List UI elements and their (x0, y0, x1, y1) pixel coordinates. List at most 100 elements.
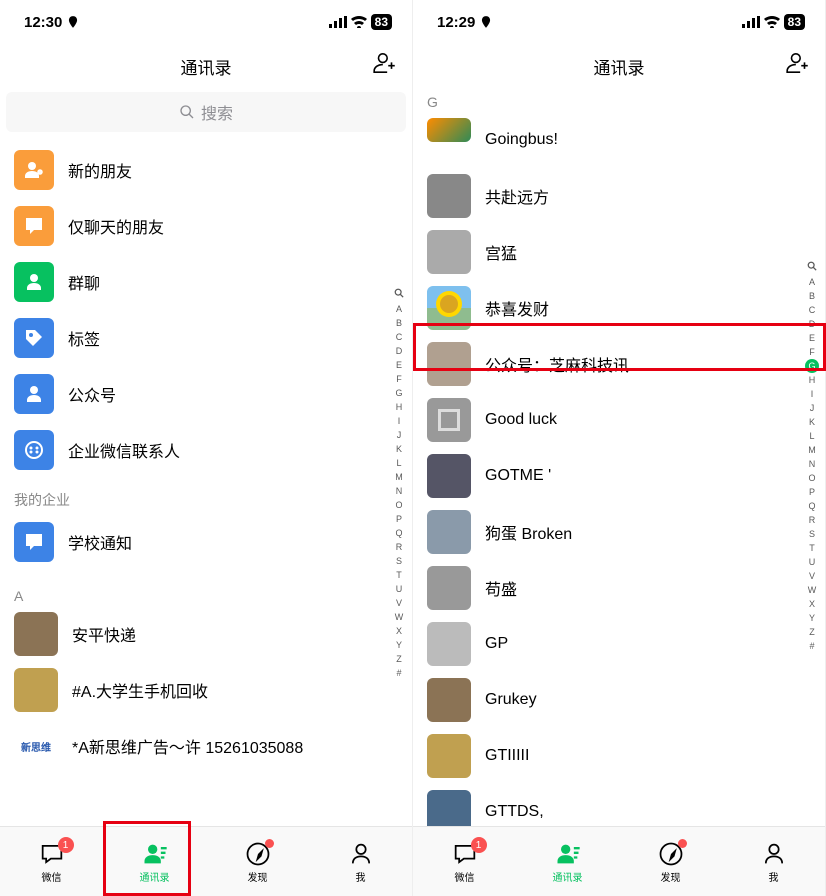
index-letter[interactable]: O (390, 498, 408, 512)
index-letter[interactable]: W (803, 583, 821, 597)
index-letter[interactable]: B (803, 289, 821, 303)
search-input[interactable]: 搜索 (6, 92, 406, 132)
index-letter[interactable]: Z (803, 625, 821, 639)
contact-name: Goingbus! (485, 131, 558, 149)
index-letter[interactable]: M (390, 470, 408, 484)
index-letter[interactable]: B (390, 316, 408, 330)
index-letter[interactable]: P (803, 485, 821, 499)
contact-item[interactable]: #A.大学生手机回收 (0, 662, 412, 718)
fn-label: 仅聊天的朋友 (68, 214, 164, 238)
index-letter[interactable]: V (803, 569, 821, 583)
index-letter[interactable]: I (803, 387, 821, 401)
index-letter[interactable]: V (390, 596, 408, 610)
index-letter[interactable]: G (390, 386, 408, 400)
fn-item[interactable]: 群聊 (0, 254, 412, 310)
index-letter[interactable]: M (803, 443, 821, 457)
fn-item[interactable]: 公众号 (0, 366, 412, 422)
index-letter[interactable]: L (803, 429, 821, 443)
contact-item[interactable]: GOTME ' (413, 448, 825, 504)
wifi-icon (351, 16, 367, 28)
index-letter[interactable]: T (803, 541, 821, 555)
signal-icon (329, 16, 347, 28)
index-bar[interactable]: ABCDEFGHIJKLMNOPQRSTUVWXYZ# (390, 288, 408, 680)
index-letter[interactable]: L (390, 456, 408, 470)
index-letter[interactable]: P (390, 512, 408, 526)
content-area: G Goingbus!共赴远方宫猛恭喜发财公众号：芝麻科技讯Good luckG… (413, 88, 825, 826)
index-letter[interactable]: Y (390, 638, 408, 652)
contact-name: GOTME ' (485, 467, 551, 485)
index-letter[interactable]: # (803, 639, 821, 653)
index-letter[interactable]: X (803, 597, 821, 611)
contact-item[interactable]: Goingbus! (413, 112, 825, 168)
tab-me[interactable]: 我 (722, 827, 825, 896)
index-letter[interactable]: H (803, 373, 821, 387)
highlight-box-contact (413, 323, 826, 371)
index-letter[interactable]: X (390, 624, 408, 638)
avatar (427, 510, 471, 554)
index-letter[interactable]: J (803, 401, 821, 415)
fn-icon (14, 522, 54, 562)
contact-item[interactable]: 狗蛋 Broken (413, 504, 825, 560)
index-letter[interactable]: F (390, 372, 408, 386)
enterprise-item[interactable]: 学校通知 (0, 514, 412, 570)
index-letter[interactable]: D (390, 344, 408, 358)
add-contact-button[interactable] (785, 51, 811, 82)
tab-chats[interactable]: 1微信 (0, 827, 103, 896)
contact-item[interactable]: 苟盛 (413, 560, 825, 616)
index-letter[interactable]: A (803, 275, 821, 289)
contact-item[interactable]: 宫猛 (413, 224, 825, 280)
tab-me[interactable]: 我 (309, 827, 412, 896)
index-letter[interactable]: Q (390, 526, 408, 540)
contact-item[interactable]: GP (413, 616, 825, 672)
index-letter[interactable]: K (803, 415, 821, 429)
index-letter[interactable]: E (390, 358, 408, 372)
fn-item[interactable]: 新的朋友 (0, 142, 412, 198)
index-letter[interactable]: T (390, 568, 408, 582)
index-letter[interactable]: Q (803, 499, 821, 513)
tab-icon (554, 839, 582, 869)
index-letter[interactable]: N (803, 457, 821, 471)
index-letter[interactable]: O (803, 471, 821, 485)
contact-item[interactable]: Grukey (413, 672, 825, 728)
index-letter[interactable]: U (390, 582, 408, 596)
index-letter[interactable]: K (390, 442, 408, 456)
tab-discover[interactable]: 发现 (206, 827, 309, 896)
contact-item[interactable]: 安平快递 (0, 606, 412, 662)
add-person-icon (785, 51, 811, 77)
index-letter[interactable]: J (390, 428, 408, 442)
location-icon (479, 15, 493, 29)
index-letter[interactable]: S (390, 554, 408, 568)
index-letter[interactable]: S (803, 527, 821, 541)
fn-item[interactable]: 标签 (0, 310, 412, 366)
contact-item[interactable]: GTIIIII (413, 728, 825, 784)
index-letter[interactable]: # (390, 666, 408, 680)
tab-label: 我 (769, 869, 779, 884)
index-letter[interactable] (390, 288, 408, 302)
content-area: 新的朋友仅聊天的朋友群聊标签公众号企业微信联系人 我的企业 学校通知 A 安平快… (0, 142, 412, 826)
index-letter[interactable]: C (390, 330, 408, 344)
add-contact-button[interactable] (372, 51, 398, 82)
index-letter[interactable]: U (803, 555, 821, 569)
contact-item[interactable]: GTTDS, (413, 784, 825, 826)
contact-item[interactable]: Good luck (413, 392, 825, 448)
index-letter[interactable]: R (390, 540, 408, 554)
contact-item[interactable]: 新思维*A新思维广告～许 15261035088 (0, 718, 412, 774)
index-bar[interactable]: ABCDEFGHIJKLMNOPQRSTUVWXYZ# (803, 261, 821, 653)
index-letter[interactable]: N (390, 484, 408, 498)
index-letter[interactable] (803, 261, 821, 275)
index-letter[interactable]: Z (390, 652, 408, 666)
tab-chats[interactable]: 1微信 (413, 827, 516, 896)
index-letter[interactable]: A (390, 302, 408, 316)
tab-contacts[interactable]: 通讯录 (516, 827, 619, 896)
tab-discover[interactable]: 发现 (619, 827, 722, 896)
index-letter[interactable]: W (390, 610, 408, 624)
index-letter[interactable]: Y (803, 611, 821, 625)
index-letter[interactable]: C (803, 303, 821, 317)
fn-label: 标签 (68, 326, 100, 350)
contact-item[interactable]: 共赴远方 (413, 168, 825, 224)
index-letter[interactable]: I (390, 414, 408, 428)
fn-item[interactable]: 仅聊天的朋友 (0, 198, 412, 254)
index-letter[interactable]: H (390, 400, 408, 414)
index-letter[interactable]: R (803, 513, 821, 527)
fn-item[interactable]: 企业微信联系人 (0, 422, 412, 478)
